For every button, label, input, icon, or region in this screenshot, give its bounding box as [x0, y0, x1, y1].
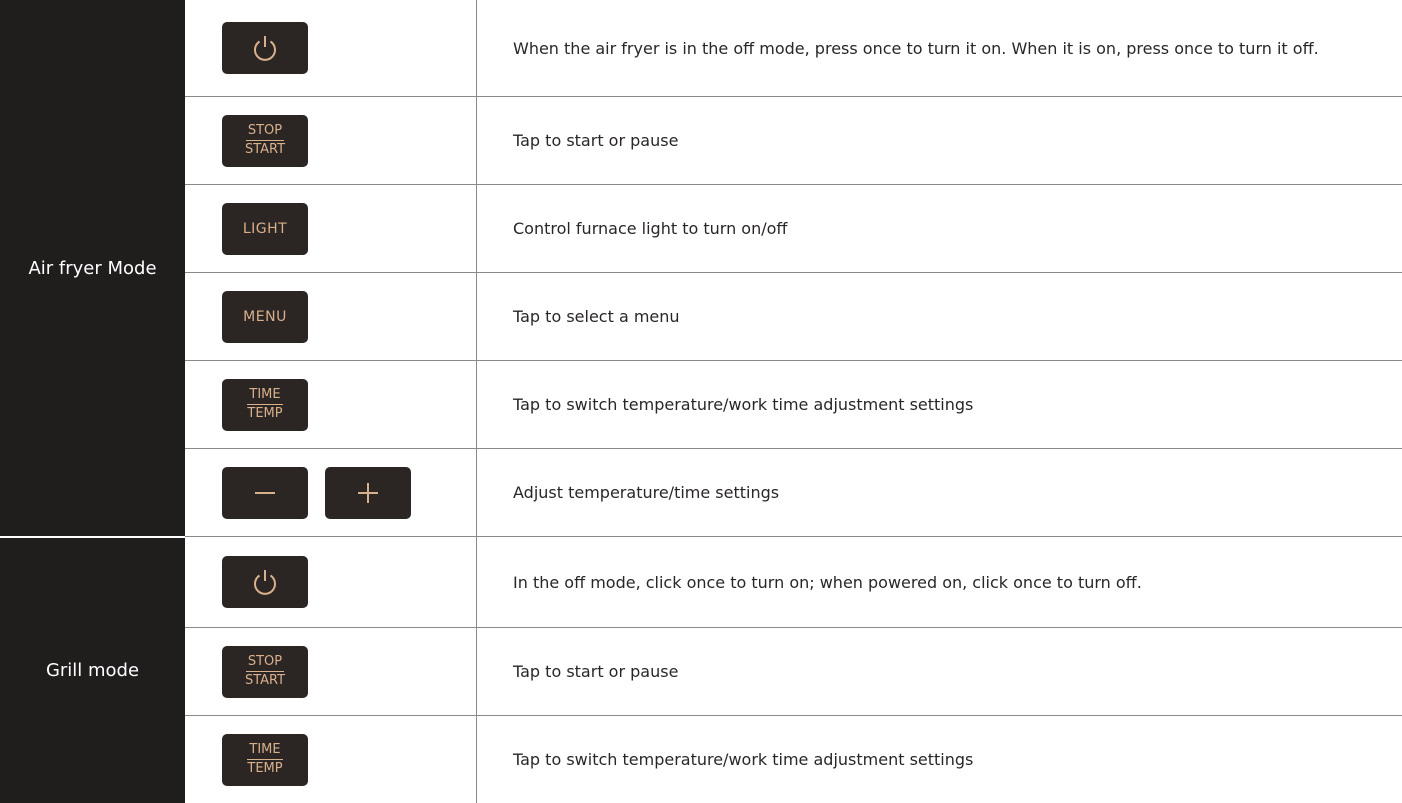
row-description: Adjust temperature/time settings — [513, 483, 780, 502]
stop-start-button[interactable]: STOP START — [222, 645, 308, 698]
button-cell: STOP START — [185, 97, 477, 184]
table-row: TIME TEMP Tap to switch temperature/work… — [185, 361, 1402, 449]
power-icon — [254, 36, 276, 61]
control-panel-table: Air fryer Mode When the air fryer is in … — [0, 0, 1402, 803]
button-cell: TIME TEMP — [185, 361, 477, 448]
table-row: LIGHT Control furnace light to turn on/o… — [185, 185, 1402, 273]
mode-label-text: Air fryer Mode — [28, 258, 157, 279]
button-cell: STOP START — [185, 628, 477, 715]
plus-icon — [358, 482, 378, 503]
key-top-label: TIME — [247, 387, 283, 405]
key-top-label: STOP — [245, 123, 285, 141]
key-label: LIGHT — [242, 220, 288, 237]
minus-button[interactable] — [222, 466, 308, 519]
row-description: In the off mode, click once to turn on; … — [513, 572, 1142, 592]
table-row: In the off mode, click once to turn on; … — [185, 537, 1402, 628]
menu-button[interactable]: MENU — [222, 290, 308, 343]
plus-button[interactable] — [325, 466, 411, 519]
power-button[interactable] — [222, 556, 308, 608]
key-top-label: TIME — [247, 742, 283, 760]
button-cell: TIME TEMP — [185, 716, 477, 803]
key-top-label: STOP — [245, 654, 285, 672]
table-row: MENU Tap to select a menu — [185, 273, 1402, 361]
light-button[interactable]: LIGHT — [222, 202, 308, 255]
table-row: STOP START Tap to start or pause — [185, 628, 1402, 716]
row-description: Tap to switch temperature/work time adju… — [513, 750, 974, 769]
button-cell — [185, 449, 477, 536]
button-cell — [185, 537, 477, 627]
row-description: Tap to start or pause — [513, 662, 679, 681]
row-description: Control furnace light to turn on/off — [513, 219, 788, 238]
button-cell: LIGHT — [185, 185, 477, 272]
table-row: TIME TEMP Tap to switch temperature/work… — [185, 716, 1402, 803]
mode-label-air-fryer: Air fryer Mode — [0, 0, 185, 537]
button-cell: MENU — [185, 273, 477, 360]
stop-start-button[interactable]: STOP START — [222, 114, 308, 167]
key-bottom-label: TEMP — [247, 761, 283, 776]
power-button[interactable] — [222, 22, 308, 74]
key-bottom-label: START — [244, 142, 286, 157]
table-row: Adjust temperature/time settings — [185, 449, 1402, 537]
row-description: When the air fryer is in the off mode, p… — [513, 38, 1319, 58]
table-row: STOP START Tap to start or pause — [185, 97, 1402, 185]
mode-label-text: Grill mode — [45, 660, 140, 681]
key-bottom-label: TEMP — [247, 406, 283, 421]
key-label: MENU — [243, 308, 287, 325]
power-icon — [254, 570, 276, 595]
button-cell — [185, 0, 477, 96]
key-bottom-label: START — [244, 673, 286, 688]
table-row: When the air fryer is in the off mode, p… — [185, 0, 1402, 97]
time-temp-button[interactable]: TIME TEMP — [222, 733, 308, 786]
row-description: Tap to select a menu — [513, 307, 680, 326]
minus-icon — [255, 491, 275, 494]
row-description: Tap to start or pause — [513, 131, 679, 150]
mode-label-grill: Grill mode — [0, 538, 185, 803]
row-description: Tap to switch temperature/work time adju… — [513, 395, 974, 414]
time-temp-button[interactable]: TIME TEMP — [222, 378, 308, 431]
